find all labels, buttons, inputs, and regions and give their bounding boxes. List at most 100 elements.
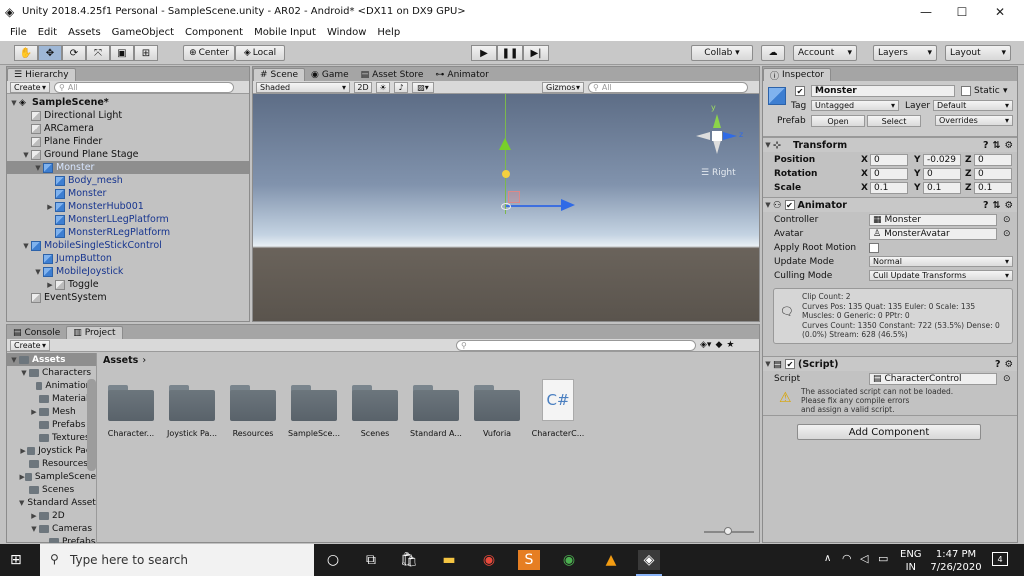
project-tree-item[interactable]: Prefabs xyxy=(7,418,96,431)
project-search-input[interactable]: ⚲ xyxy=(456,339,696,351)
expand-down-icon[interactable]: ▼ xyxy=(21,242,31,250)
menu-file[interactable]: File xyxy=(10,27,27,38)
static-dropdown-icon[interactable]: ▾ xyxy=(1003,86,1008,96)
animator-enabled-checkbox[interactable]: ✔ xyxy=(784,200,795,210)
battery-icon[interactable]: ▭ xyxy=(878,552,888,565)
pivot-center-button[interactable]: ⊕ Center xyxy=(183,45,235,61)
hierarchy-item[interactable]: ▼ Ground Plane Stage xyxy=(7,148,249,161)
rotate-tool-icon[interactable]: ⟳ xyxy=(62,45,86,61)
close-button[interactable]: ✕ xyxy=(982,0,1018,24)
project-tree-item[interactable]: Textures xyxy=(7,431,96,444)
asset-item[interactable]: Joystick Pa... xyxy=(160,379,224,449)
hierarchy-item[interactable]: ▼ MobileJoystick xyxy=(7,265,249,278)
asset-item[interactable]: Resources xyxy=(221,379,285,449)
sublime-text-icon[interactable]: S xyxy=(518,550,540,570)
gizmos-dropdown[interactable]: Gizmos ▾ xyxy=(542,81,584,93)
preset-icon[interactable]: ⇅ xyxy=(993,200,1001,211)
project-tree-item[interactable]: Resources xyxy=(7,457,96,470)
project-tree-item[interactable]: Scenes xyxy=(7,483,96,496)
favorite-icon[interactable]: ★ xyxy=(726,340,734,350)
input-language[interactable]: ENG IN xyxy=(900,548,922,574)
y-axis-arrow-icon[interactable] xyxy=(499,138,511,150)
project-tree-item[interactable]: ▼ Assets xyxy=(7,353,96,366)
update-mode-dropdown[interactable]: Normal ▾ xyxy=(869,256,1013,267)
move-tool-icon[interactable]: ✥ xyxy=(38,45,62,61)
active-checkbox[interactable]: ✔ xyxy=(795,86,805,96)
hierarchy-item[interactable]: ▶ Toggle xyxy=(7,278,249,291)
script-field[interactable]: ▤ CharacterControl xyxy=(869,373,997,385)
chrome-profile-icon[interactable]: ◉ xyxy=(558,550,580,570)
prefab-open-button[interactable]: Open xyxy=(811,115,865,127)
step-button[interactable]: ▶| xyxy=(523,45,549,61)
expand-right-icon[interactable]: ▶ xyxy=(29,408,39,416)
pivot-local-button[interactable]: ◈ Local xyxy=(235,45,285,61)
root-motion-checkbox[interactable] xyxy=(869,243,879,253)
tab-hierarchy[interactable]: ☰ Hierarchy xyxy=(7,68,76,81)
windows-start-icon[interactable]: ⊞ xyxy=(10,552,22,568)
help-icon[interactable]: ? xyxy=(983,200,989,211)
project-tree-item[interactable]: ▼ Standard Assets xyxy=(7,496,96,509)
project-tree-item[interactable]: ▶ Joystick Pack xyxy=(7,444,96,457)
scene-viewport[interactable]: y z ☰ Right xyxy=(253,94,759,321)
light-icon[interactable]: ☀ xyxy=(376,81,390,93)
animator-header[interactable]: ▼ ⚇ ✔ Animator ? ⇅ ⚙ xyxy=(763,197,1017,212)
draw-mode-dropdown[interactable]: Shaded ▾ xyxy=(256,81,350,93)
expand-down-icon[interactable]: ▼ xyxy=(21,151,31,159)
menu-edit[interactable]: Edit xyxy=(38,27,57,38)
account-dropdown[interactable]: Account ▾ xyxy=(793,45,857,61)
foldout-arrow-icon[interactable]: ▼ xyxy=(763,360,773,368)
transform-z-field[interactable]: 0.1 xyxy=(974,182,1012,194)
unity-taskbar-icon[interactable]: ◈ xyxy=(638,550,660,570)
zoom-slider-thumb[interactable] xyxy=(724,527,732,535)
cortana-icon[interactable]: ○ xyxy=(322,550,344,570)
chrome-icon[interactable]: ◉ xyxy=(478,550,500,570)
store-icon[interactable]: 🛍 xyxy=(398,550,420,570)
hierarchy-item[interactable]: ARCamera xyxy=(7,122,249,135)
tree-scrollbar[interactable] xyxy=(87,379,96,471)
culling-mode-dropdown[interactable]: Cull Update Transforms ▾ xyxy=(869,270,1013,281)
avatar-field[interactable]: ♙ MonsterAvatar xyxy=(869,228,997,240)
hierarchy-item[interactable]: Plane Finder xyxy=(7,135,249,148)
filter-label-icon[interactable]: ◆ xyxy=(715,340,722,350)
menu-window[interactable]: Window xyxy=(327,27,366,38)
file-explorer-icon[interactable]: ▬ xyxy=(438,550,460,570)
object-name-field[interactable]: Monster xyxy=(811,85,955,97)
expand-down-icon[interactable]: ▼ xyxy=(19,499,24,507)
transform-y-field[interactable]: 0.1 xyxy=(923,182,961,194)
wifi-icon[interactable]: ◠ xyxy=(842,552,852,565)
object-picker-icon[interactable]: ⊙ xyxy=(1003,215,1011,225)
menu-help[interactable]: Help xyxy=(377,27,400,38)
project-create-dropdown[interactable]: Create ▾ xyxy=(10,339,50,351)
orientation-gizmo[interactable]: y z xyxy=(693,103,753,166)
prefab-select-button[interactable]: Select xyxy=(867,115,921,127)
expand-right-icon[interactable]: ▶ xyxy=(45,203,55,211)
project-tree-item[interactable]: Materials xyxy=(7,392,96,405)
preset-icon[interactable]: ⇅ xyxy=(993,140,1001,151)
play-button[interactable]: ▶ xyxy=(471,45,497,61)
hierarchy-item[interactable]: Monster xyxy=(7,187,249,200)
hand-tool-icon[interactable]: ✋ xyxy=(14,45,38,61)
filter-type-icon[interactable]: ◈▾ xyxy=(700,340,711,350)
foldout-arrow-icon[interactable]: ▼ xyxy=(763,201,773,209)
asset-item[interactable]: SampleSce... xyxy=(282,379,346,449)
asset-item[interactable]: Standard A... xyxy=(404,379,468,449)
asset-item[interactable]: Scenes xyxy=(343,379,407,449)
audio-icon[interactable]: ♪ xyxy=(394,81,408,93)
volume-icon[interactable]: ◁ xyxy=(860,552,868,565)
clock[interactable]: 1:47 PM 7/26/2020 xyxy=(928,548,984,574)
tag-dropdown[interactable]: Untagged ▾ xyxy=(811,100,899,111)
tab-asset-store[interactable]: ▤ Asset Store xyxy=(355,68,430,81)
foldout-arrow-icon[interactable]: ▼ xyxy=(763,141,773,149)
controller-field[interactable]: ▦ Monster xyxy=(869,214,997,226)
scale-tool-icon[interactable]: ⤧ xyxy=(86,45,110,61)
layout-dropdown[interactable]: Layout ▾ xyxy=(945,45,1011,61)
hierarchy-item[interactable]: Body_mesh xyxy=(7,174,249,187)
hierarchy-item[interactable]: JumpButton xyxy=(7,252,249,265)
pause-button[interactable]: ❚❚ xyxy=(497,45,523,61)
prefab-overrides-dropdown[interactable]: Overrides ▾ xyxy=(935,115,1013,126)
effects-icon[interactable]: ▨▾ xyxy=(412,81,434,93)
2d-toggle[interactable]: 2D xyxy=(354,81,372,93)
project-tree-item[interactable]: ▶ 2D xyxy=(7,509,96,522)
menu-component[interactable]: Component xyxy=(185,27,243,38)
transform-z-field[interactable]: 0 xyxy=(974,168,1012,180)
